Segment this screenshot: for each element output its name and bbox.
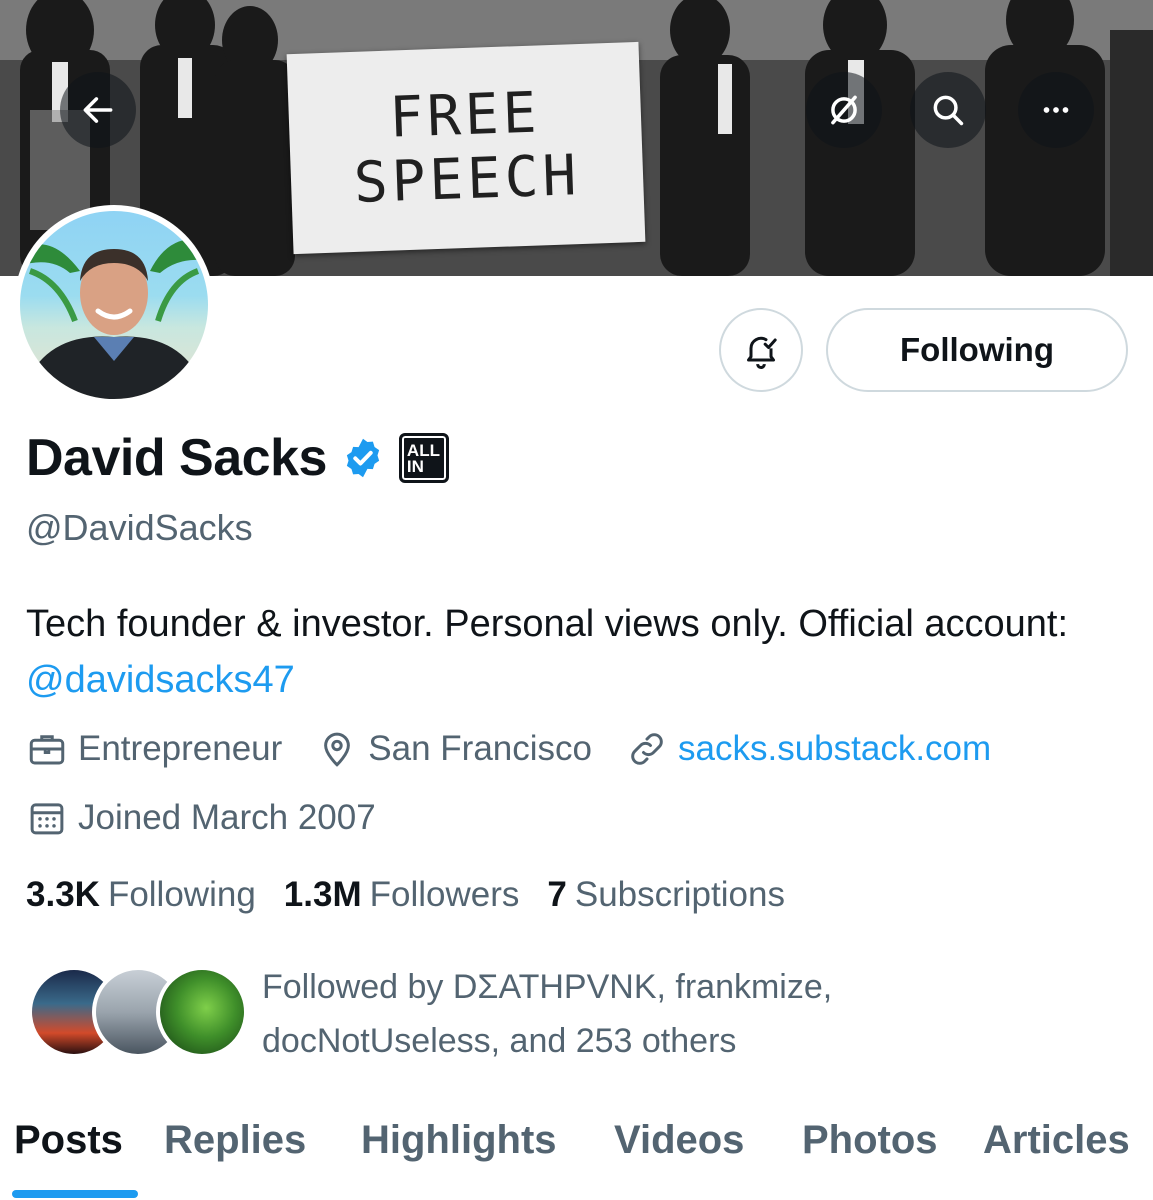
- followers-stat[interactable]: 1.3M Followers: [284, 875, 520, 915]
- following-stat[interactable]: 3.3K Following: [26, 875, 256, 915]
- bell-check-icon: [747, 336, 777, 369]
- tab-replies[interactable]: Replies: [164, 1118, 306, 1163]
- tab-highlights[interactable]: Highlights: [361, 1118, 557, 1163]
- link-icon: [631, 733, 663, 765]
- profile-handle: @DavidSacks: [26, 507, 253, 548]
- following-button[interactable]: Following: [826, 308, 1128, 392]
- followers-label: Followers: [369, 875, 520, 914]
- tab-articles[interactable]: Articles: [983, 1118, 1130, 1163]
- location-pin-icon: [324, 732, 351, 767]
- avatar-photo: [20, 211, 208, 399]
- following-label: Following: [107, 875, 256, 914]
- grok-button[interactable]: [806, 72, 882, 148]
- joined-item: Joined March 2007: [26, 797, 376, 839]
- tab-videos[interactable]: Videos: [614, 1118, 744, 1163]
- more-button[interactable]: [1018, 72, 1094, 148]
- profession-text: Entrepreneur: [78, 729, 283, 768]
- search-icon: [933, 95, 964, 126]
- tab-posts[interactable]: Posts: [14, 1118, 123, 1163]
- location-item: San Francisco: [316, 728, 592, 770]
- joined-text: Joined March 2007: [78, 798, 376, 837]
- subscriptions-stat[interactable]: 7 Subscriptions: [547, 875, 785, 915]
- briefcase-icon: [29, 735, 65, 765]
- profile-avatar[interactable]: [14, 205, 214, 405]
- notifications-button[interactable]: [719, 308, 803, 392]
- search-button[interactable]: [910, 72, 986, 148]
- grok-icon: [831, 95, 857, 125]
- arrow-left-icon: [83, 97, 113, 123]
- bio-text: Tech founder & investor. Personal views …: [26, 603, 1069, 645]
- bio-mention-link[interactable]: @davidsacks47: [26, 659, 295, 701]
- sign-line-1: FREE: [388, 80, 542, 151]
- subscriptions-label: Subscriptions: [574, 875, 785, 914]
- profile-bio: Tech founder & investor. Personal views …: [26, 596, 1126, 708]
- profile-tabs: Posts Replies Highlights Videos Photos A…: [0, 1110, 1153, 1200]
- profile-meta-row: Entrepreneur San Francisco sacks.substac…: [26, 728, 1025, 770]
- followed-by-line-2: docNotUseless, and 253 others: [262, 1022, 737, 1060]
- followers-count: 1.3M: [283, 875, 362, 914]
- back-button[interactable]: [60, 72, 136, 148]
- profession-item: Entrepreneur: [26, 728, 282, 770]
- website-link[interactable]: sacks.substack.com: [678, 729, 991, 769]
- active-tab-indicator: [12, 1190, 138, 1198]
- profile-name-row: David Sacks ALL IN: [26, 426, 449, 490]
- affiliate-badge[interactable]: ALL IN: [398, 433, 449, 483]
- more-horizontal-icon: [1043, 107, 1069, 113]
- website-item[interactable]: sacks.substack.com: [626, 728, 991, 770]
- followed-by-line-1: Followed by DΣATHPVNK, frankmize,: [262, 968, 833, 1006]
- free-speech-sign: FREE SPEECH: [286, 41, 646, 255]
- followed-by-avatars[interactable]: [28, 966, 248, 1058]
- calendar-icon: [30, 803, 64, 835]
- following-count: 3.3K: [26, 875, 100, 914]
- subscriptions-count: 7: [547, 875, 567, 914]
- location-text: San Francisco: [368, 729, 593, 768]
- display-name: David Sacks: [26, 429, 327, 487]
- affiliate-badge-line-2: IN: [406, 457, 424, 476]
- sign-line-2: SPEECH: [352, 143, 582, 216]
- joined-row: Joined March 2007: [26, 797, 410, 839]
- tab-photos[interactable]: Photos: [802, 1118, 938, 1163]
- verified-badge-icon[interactable]: [341, 436, 385, 480]
- follower-avatar: [156, 966, 248, 1058]
- profile-stats: 3.3K Following 1.3M Followers 7 Subscriptio…: [26, 875, 813, 915]
- followed-by-text[interactable]: Followed by DΣATHPVNK, frankmize, docNot…: [262, 960, 1062, 1068]
